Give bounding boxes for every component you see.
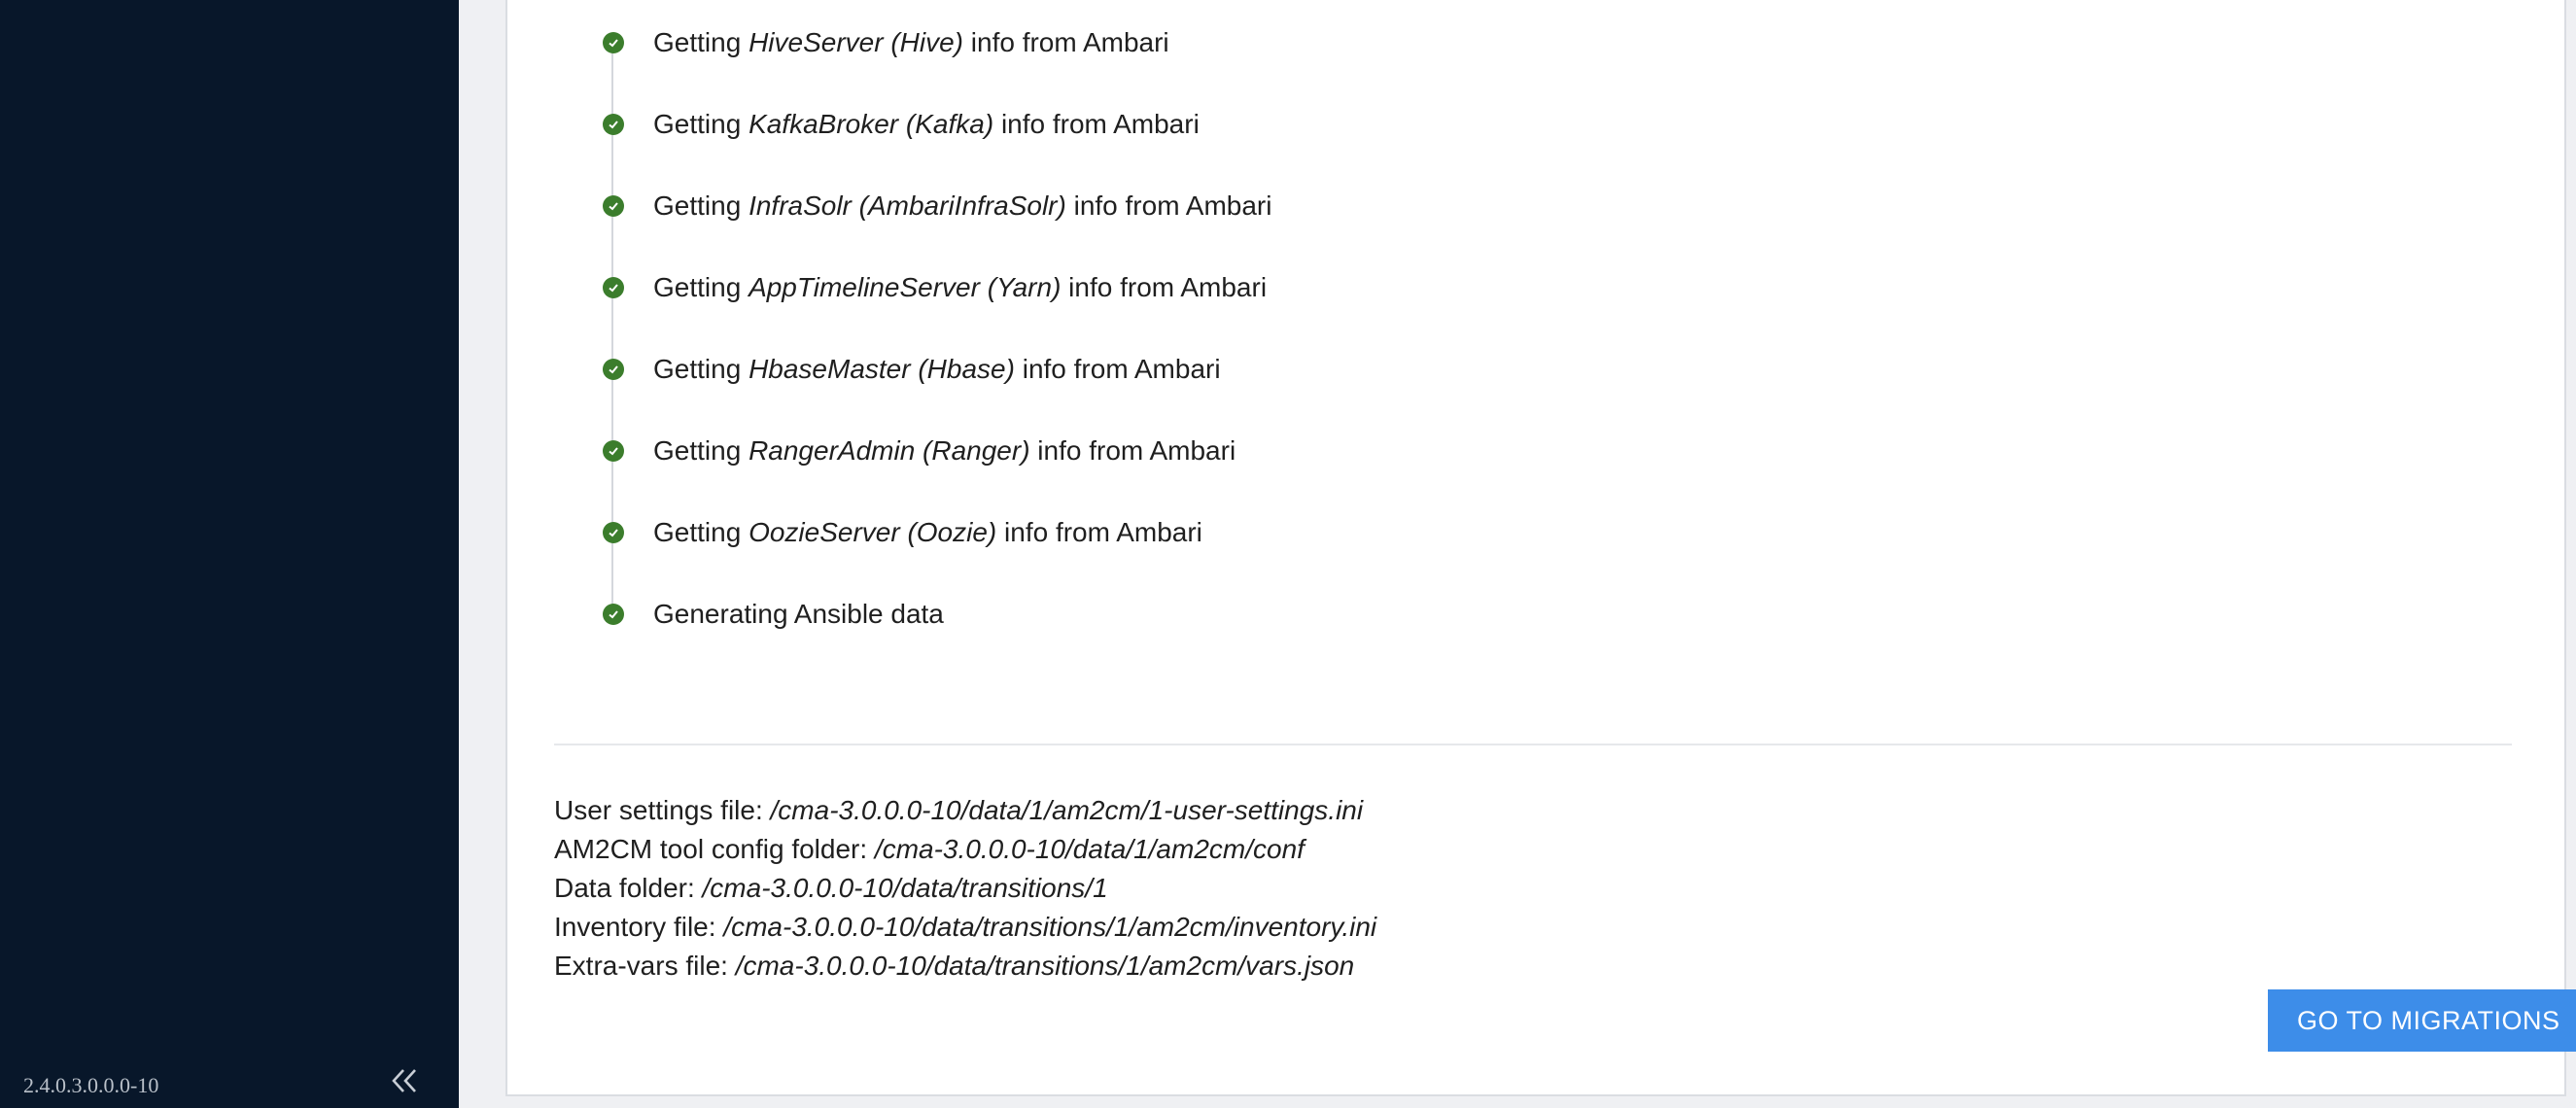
check-circle-icon bbox=[603, 522, 624, 543]
step-label: Generating Ansible data bbox=[653, 599, 944, 629]
step-label: Getting InfraSolr (AmbariInfraSolr) info… bbox=[653, 190, 1272, 221]
file-info-list: User settings file: /cma-3.0.0.0-10/data… bbox=[554, 791, 1376, 986]
check-circle-icon bbox=[603, 195, 624, 217]
check-circle-icon bbox=[603, 440, 624, 462]
step-label: Getting KafkaBroker (Kafka) info from Am… bbox=[653, 109, 1200, 139]
step-label: Getting AppTimelineServer (Yarn) info fr… bbox=[653, 272, 1268, 302]
step-label: Getting HbaseMaster (Hbase) info from Am… bbox=[653, 354, 1221, 384]
collapse-sidebar-button[interactable] bbox=[385, 1061, 424, 1100]
file-info-row: Extra-vars file: /cma-3.0.0.0-10/data/tr… bbox=[554, 947, 1376, 986]
double-chevron-left-icon bbox=[392, 1069, 416, 1092]
component-name: KafkaBroker (Kafka) bbox=[748, 109, 994, 139]
file-info-row: Inventory file: /cma-3.0.0.0-10/data/tra… bbox=[554, 908, 1376, 947]
component-name: HiveServer (Hive) bbox=[748, 27, 963, 57]
check-circle-icon bbox=[603, 114, 624, 135]
component-name: HbaseMaster (Hbase) bbox=[748, 354, 1015, 384]
check-circle-icon bbox=[603, 32, 624, 53]
component-name: OozieServer (Oozie) bbox=[748, 517, 997, 547]
section-divider bbox=[554, 744, 2512, 745]
component-name: InfraSolr (AmbariInfraSolr) bbox=[748, 190, 1066, 221]
file-info-row: User settings file: /cma-3.0.0.0-10/data… bbox=[554, 791, 1376, 830]
file-label: Extra-vars file: bbox=[554, 951, 736, 981]
check-circle-icon bbox=[603, 359, 624, 380]
file-info-row: AM2CM tool config folder: /cma-3.0.0.0-1… bbox=[554, 830, 1376, 869]
app-version: 2.4.0.3.0.0.0-10 bbox=[23, 1073, 159, 1097]
file-path: /cma-3.0.0.0-10/data/1/am2cm/1-user-sett… bbox=[770, 795, 1364, 825]
file-label: User settings file: bbox=[554, 795, 771, 825]
file-path: /cma-3.0.0.0-10/data/1/am2cm/conf bbox=[874, 834, 1305, 864]
file-path: /cma-3.0.0.0-10/data/transitions/1/am2cm… bbox=[723, 912, 1377, 942]
check-circle-icon bbox=[603, 604, 624, 625]
step-label: Getting RangerAdmin (Ranger) info from A… bbox=[653, 435, 1236, 466]
sidebar: 2.4.0.3.0.0.0-10 bbox=[0, 0, 459, 1108]
file-label: AM2CM tool config folder: bbox=[554, 834, 875, 864]
file-label: Inventory file: bbox=[554, 912, 724, 942]
migration-progress-panel: Getting HiveServer (Hive) info from Amba… bbox=[505, 0, 2566, 1096]
file-path: /cma-3.0.0.0-10/data/transitions/1 bbox=[702, 873, 1108, 903]
check-circle-icon bbox=[603, 277, 624, 298]
go-to-migrations-button[interactable]: GO TO MIGRATIONS bbox=[2268, 989, 2576, 1052]
component-name: AppTimelineServer (Yarn) bbox=[748, 272, 1062, 302]
component-name: RangerAdmin (Ranger) bbox=[748, 435, 1030, 466]
step-label: Getting OozieServer (Oozie) info from Am… bbox=[653, 517, 1202, 547]
step-label: Getting HiveServer (Hive) info from Amba… bbox=[653, 27, 1169, 57]
file-label: Data folder: bbox=[554, 873, 703, 903]
file-info-row: Data folder: /cma-3.0.0.0-10/data/transi… bbox=[554, 869, 1376, 908]
file-path: /cma-3.0.0.0-10/data/transitions/1/am2cm… bbox=[735, 951, 1355, 981]
